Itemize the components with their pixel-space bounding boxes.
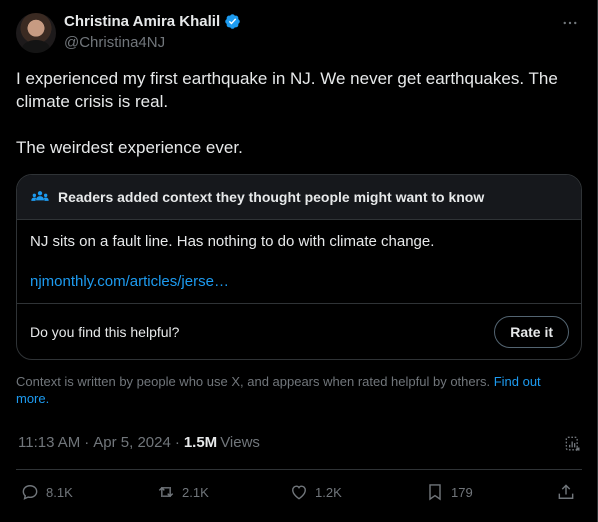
- divider: [17, 303, 581, 304]
- community-note-text: NJ sits on a fault line. Has nothing to …: [30, 233, 435, 250]
- separator: ·: [84, 434, 90, 451]
- tweet-paragraph: I experienced my first earthquake in NJ.…: [16, 69, 558, 111]
- reply-icon: [22, 485, 38, 500]
- tweet-paragraph: The weirdest experience ever.: [16, 138, 243, 157]
- bookmark-button[interactable]: 179: [425, 482, 473, 502]
- action-bar: 8.1K 2.1K 1.2K 179: [16, 482, 582, 504]
- author-name-row[interactable]: Christina Amira Khalil: [64, 13, 241, 30]
- repost-button[interactable]: 2.1K: [156, 482, 209, 502]
- bookmark-icon: [429, 484, 441, 501]
- separator: ·: [174, 434, 180, 451]
- repost-count: 2.1K: [182, 484, 209, 500]
- verified-badge-icon: [225, 14, 240, 29]
- avatar[interactable]: [16, 13, 56, 53]
- people-icon: [31, 191, 49, 201]
- context-info-text: Context is written by people who use X, …: [16, 374, 491, 389]
- tweet-meta: 11:13 AM · Apr 5, 2024 · 1.5M Views: [18, 434, 260, 451]
- community-note: Readers added context they thought peopl…: [16, 174, 582, 360]
- tweet-text: I experienced my first earthquake in NJ.…: [16, 67, 582, 159]
- tweet-date[interactable]: Apr 5, 2024: [93, 434, 171, 451]
- community-note-title: Readers added context they thought peopl…: [58, 189, 485, 205]
- author-name[interactable]: Christina Amira Khalil: [64, 13, 220, 30]
- divider: [16, 469, 582, 470]
- community-note-header: Readers added context they thought peopl…: [17, 175, 581, 220]
- reply-button[interactable]: 8.1K: [20, 482, 73, 502]
- like-icon: [292, 485, 306, 500]
- views-label: Views: [220, 434, 260, 451]
- like-button[interactable]: 1.2K: [289, 482, 342, 502]
- views-count: 1.5M: [183, 434, 218, 451]
- more-icon: [563, 21, 577, 25]
- helpful-question: Do you find this helpful?: [30, 324, 180, 340]
- community-note-link[interactable]: njmonthly.com/articles/jerse…: [30, 273, 229, 290]
- context-info: Context is written by people who use X, …: [16, 373, 576, 407]
- share-icon: [558, 484, 574, 499]
- reply-count: 8.1K: [46, 484, 73, 500]
- tweet-time[interactable]: 11:13 AM: [18, 434, 80, 451]
- stats-icon[interactable]: [563, 434, 583, 454]
- like-count: 1.2K: [315, 484, 342, 500]
- author-handle[interactable]: @Christina4NJ: [64, 34, 165, 51]
- share-button[interactable]: [556, 482, 576, 502]
- rate-it-button[interactable]: Rate it: [494, 316, 569, 348]
- bookmark-count: 179: [451, 484, 473, 500]
- more-options-button[interactable]: [559, 14, 581, 32]
- tweet-card: Christina Amira Khalil @Christina4NJ I e…: [0, 0, 598, 522]
- repost-icon: [158, 486, 174, 498]
